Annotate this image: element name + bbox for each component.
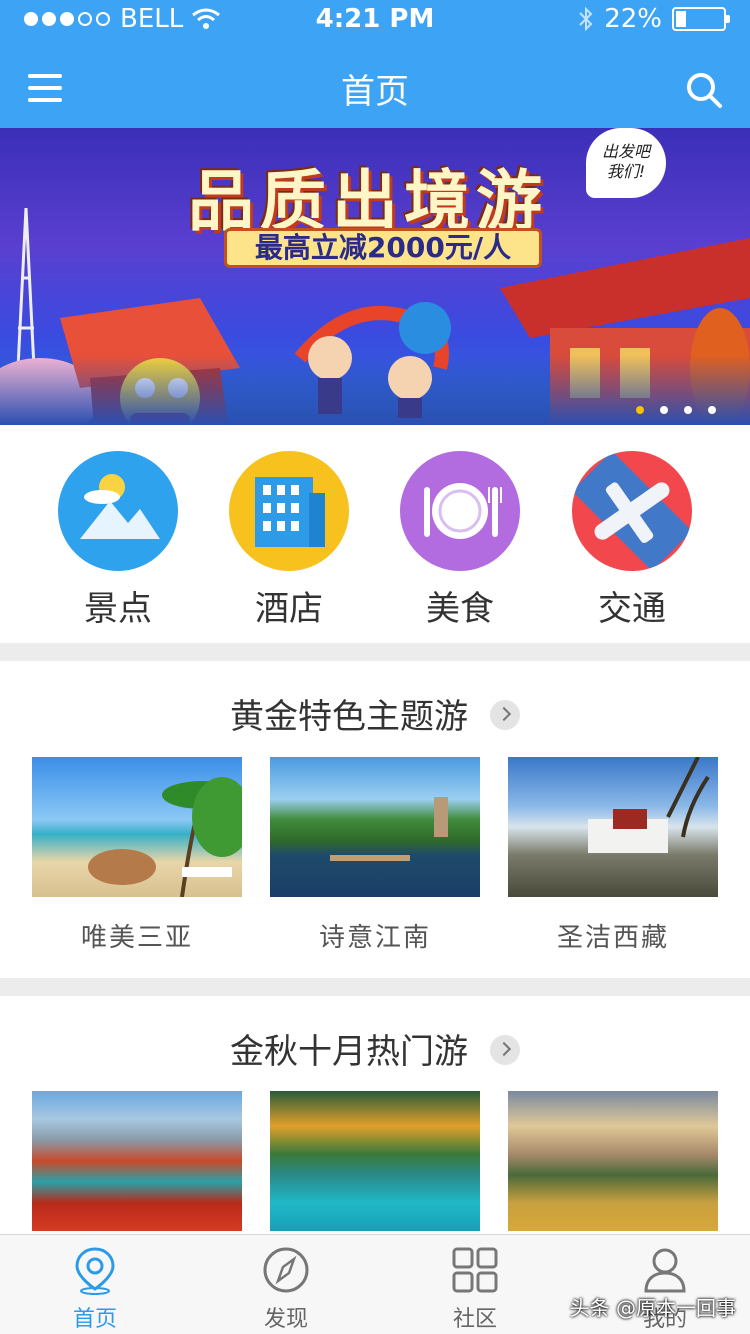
bluetooth-icon — [579, 6, 593, 32]
chevron-right-icon[interactable] — [490, 1034, 520, 1065]
section-header[interactable]: 金秋十月热门游 — [0, 1024, 750, 1073]
category-transport[interactable]: 交通 — [572, 451, 692, 630]
banner-subtitle: 最高立减2000元/人 — [224, 228, 542, 268]
category-hotel[interactable]: 酒店 — [229, 451, 349, 630]
tab-community[interactable]: 社区 — [415, 1245, 535, 1333]
airplane-icon — [572, 451, 692, 571]
chevron-right-icon[interactable] — [490, 699, 520, 730]
tour-caption: 唯美三亚 — [80, 923, 193, 953]
mountain-icon — [58, 451, 178, 571]
jiangnan-river-image — [270, 757, 480, 897]
autumn-tour-section: 金秋十月热门游 — [0, 996, 750, 1234]
jiuzhaigou-lake-image — [270, 1091, 480, 1231]
person-icon — [644, 1248, 686, 1293]
status-right: 22% — [578, 4, 730, 34]
status-bar: BELL 4:21 PM 22% — [0, 0, 750, 40]
tour-card[interactable]: 圣洁西藏 — [508, 757, 718, 954]
search-icon[interactable] — [684, 70, 724, 110]
grassland-sunset-image — [508, 1091, 718, 1231]
battery-icon — [672, 7, 730, 31]
page-dot[interactable] — [660, 406, 668, 414]
page-dot[interactable] — [636, 406, 644, 414]
category-grid: 景点 酒店 美食 交通 — [0, 425, 750, 643]
hotel-building-icon — [229, 451, 349, 571]
page-dot[interactable] — [684, 406, 692, 414]
section-title: 金秋十月热门游 — [230, 1032, 468, 1072]
promo-banner[interactable]: 品质出境游 最高立减2000元/人 出发吧 我们! — [0, 128, 750, 425]
section-header[interactable]: 黄金特色主题游 — [0, 689, 750, 738]
tab-discover[interactable]: 发现 — [226, 1245, 346, 1333]
tab-label: 发现 — [263, 1307, 308, 1332]
plate-cutlery-icon — [400, 451, 520, 571]
category-label: 美食 — [426, 589, 494, 629]
page-dot[interactable] — [708, 406, 716, 414]
location-pin-icon — [75, 1247, 115, 1295]
nav-bar: 首页 — [0, 40, 750, 128]
category-label: 酒店 — [255, 589, 323, 629]
category-food[interactable]: 美食 — [400, 451, 520, 630]
page-title: 首页 — [341, 72, 409, 112]
grid-icon — [452, 1247, 498, 1293]
battery-percent: 22% — [604, 4, 662, 34]
compass-icon — [263, 1247, 309, 1293]
watermark: 头条 @原本一回事 — [569, 1296, 736, 1320]
theme-tour-section: 黄金特色主题游 唯美三亚 诗意江南 圣洁西藏 — [0, 661, 750, 978]
banner-pagination[interactable] — [636, 406, 716, 414]
tibet-palace-image — [508, 757, 718, 897]
category-scenic[interactable]: 景点 — [58, 451, 178, 630]
tab-label: 社区 — [452, 1307, 497, 1332]
banner-speech-bubble: 出发吧 我们! — [586, 128, 666, 198]
tab-home[interactable]: 首页 — [35, 1245, 155, 1333]
tour-card[interactable] — [508, 1091, 718, 1231]
autumn-lake-valley-image — [32, 1091, 242, 1231]
tour-card[interactable] — [270, 1091, 480, 1231]
tour-caption: 诗意江南 — [318, 923, 431, 953]
bubble-line-1: 出发吧 — [601, 142, 650, 161]
tab-label: 首页 — [72, 1307, 117, 1332]
bubble-line-2: 我们! — [606, 162, 646, 181]
section-title: 黄金特色主题游 — [230, 697, 468, 737]
tour-caption: 圣洁西藏 — [556, 923, 669, 953]
tour-card[interactable]: 诗意江南 — [270, 757, 480, 954]
dragon-dance-illustration — [294, 302, 451, 418]
tour-card[interactable]: 唯美三亚 — [32, 757, 242, 954]
tour-card[interactable] — [32, 1091, 242, 1231]
sanya-beach-image — [32, 757, 242, 897]
category-label: 交通 — [598, 589, 666, 629]
category-label: 景点 — [84, 589, 152, 629]
